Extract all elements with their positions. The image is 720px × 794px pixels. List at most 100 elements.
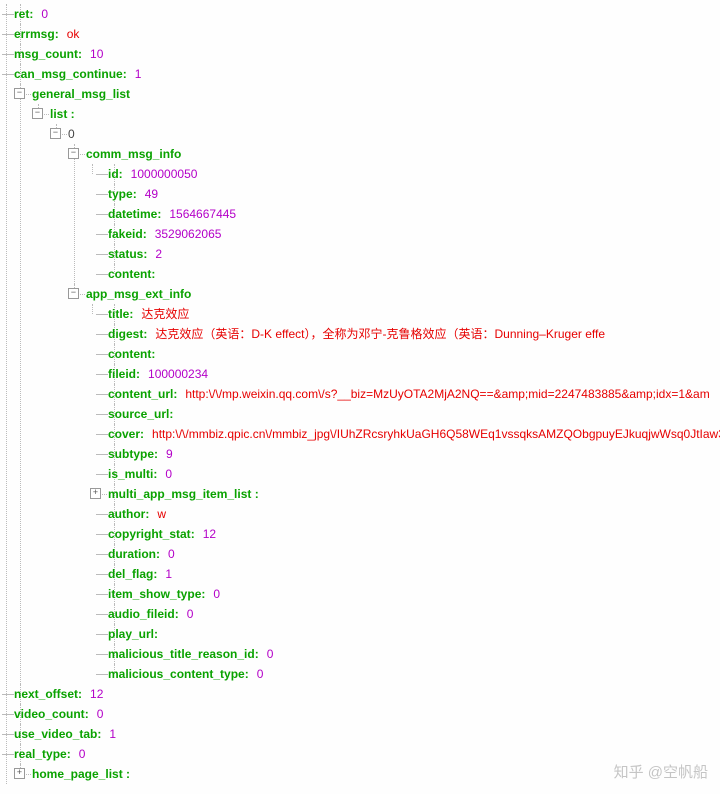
row-next-offset[interactable]: next_offset :12 <box>14 684 720 704</box>
row-id[interactable]: id :1000000050 <box>108 164 720 184</box>
value: 49 <box>145 185 158 203</box>
colon: : <box>201 585 205 603</box>
row-is-multi[interactable]: is_multi :0 <box>108 464 720 484</box>
key-label: duration <box>108 545 156 563</box>
row-index-0[interactable]: 0 <box>68 124 720 144</box>
colon: : <box>136 365 140 383</box>
row-source-url[interactable]: source_url : <box>108 404 720 424</box>
row-copyright-stat[interactable]: copyright_stat :12 <box>108 524 720 544</box>
row-play-url[interactable]: play_url : <box>108 624 720 644</box>
app-children: title :达克效应digest :达克效应（英语：D-K effect），全… <box>86 304 720 684</box>
row-real-type[interactable]: real_type :0 <box>14 744 720 764</box>
leaf-cover: cover :http:\/\/mmbiz.qpic.cn\/mmbiz_jpg… <box>108 424 720 444</box>
toggle-icon[interactable] <box>50 128 61 139</box>
colon: : <box>55 25 59 43</box>
key-label: digest <box>108 325 143 343</box>
row-msg-count[interactable]: msg_count :10 <box>14 44 720 64</box>
colon: : <box>123 65 127 83</box>
key-label: fakeid <box>108 225 143 243</box>
row-audio-fileid[interactable]: audio_fileid :0 <box>108 604 720 624</box>
row-title[interactable]: title :达克效应 <box>108 304 720 324</box>
key-label: fileid <box>108 365 136 383</box>
key-label: multi_app_msg_item_list <box>108 485 251 503</box>
key-label: del_flag <box>108 565 153 583</box>
row-use-video-tab[interactable]: use_video_tab :1 <box>14 724 720 744</box>
row-general-msg-list[interactable]: general_msg_list <box>32 84 720 104</box>
value: 3529062065 <box>155 225 222 243</box>
colon: : <box>67 745 71 763</box>
row-home-page-list[interactable]: home_page_list : <box>32 764 720 784</box>
row-comm-msg-info[interactable]: comm_msg_info <box>86 144 720 164</box>
row-list[interactable]: list : <box>50 104 720 124</box>
value: ok <box>67 25 80 43</box>
row-video-count[interactable]: video_count :0 <box>14 704 720 724</box>
colon: : <box>78 45 82 63</box>
leaf-author: author :w <box>108 504 720 524</box>
leaf-malicious-content-type: malicious_content_type :0 <box>108 664 720 684</box>
colon: : <box>97 725 101 743</box>
row-content[interactable]: content : <box>108 344 720 364</box>
leaf-ret: ret :0 <box>14 4 720 24</box>
row-app-msg-ext-info[interactable]: app_msg_ext_info <box>86 284 720 304</box>
node-home-page-list: home_page_list : <box>14 764 720 784</box>
colon: : <box>245 665 249 683</box>
key-label: is_multi <box>108 465 153 483</box>
key-label: content <box>108 265 151 283</box>
row-fileid[interactable]: fileid :100000234 <box>108 364 720 384</box>
leaf-malicious-title-reason-id: malicious_title_reason_id :0 <box>108 644 720 664</box>
toggle-icon[interactable] <box>68 288 79 299</box>
row-item-show-type[interactable]: item_show_type :0 <box>108 584 720 604</box>
leaf-is-multi: is_multi :0 <box>108 464 720 484</box>
node-multi-app-msg-item-list: multi_app_msg_item_list : <box>108 484 720 504</box>
node-list: list : 0 comm_msg_info id :1000000050typ… <box>32 104 720 684</box>
row-datetime[interactable]: datetime :1564667445 <box>108 204 720 224</box>
row-digest[interactable]: digest :达克效应（英语：D-K effect），全称为邓宁-克鲁格效应（… <box>108 324 720 344</box>
toggle-icon[interactable] <box>14 88 25 99</box>
value: 0 <box>187 605 194 623</box>
key-label: video_count <box>14 705 85 723</box>
leaf-item-show-type: item_show_type :0 <box>108 584 720 604</box>
tree-root: ret :0errmsg :okmsg_count :10can_msg_con… <box>0 4 720 784</box>
key-label: content <box>108 345 151 363</box>
colon: : <box>154 445 158 463</box>
key-label: cover <box>108 425 140 443</box>
toggle-icon[interactable] <box>90 488 101 499</box>
key-label: type <box>108 185 133 203</box>
row-subtype[interactable]: subtype :9 <box>108 444 720 464</box>
colon: : <box>145 505 149 523</box>
row-content[interactable]: content : <box>108 264 720 284</box>
row-multi[interactable]: multi_app_msg_item_list : <box>108 484 720 504</box>
row-fakeid[interactable]: fakeid :3529062065 <box>108 224 720 244</box>
leaf-content: content : <box>108 264 720 284</box>
row-ret[interactable]: ret :0 <box>14 4 720 24</box>
leaf-title: title :达克效应 <box>108 304 720 324</box>
toggle-icon[interactable] <box>14 768 25 779</box>
key-label: ret <box>14 5 29 23</box>
colon: : <box>151 265 155 283</box>
row-content-url[interactable]: content_url :http:\/\/mp.weixin.qq.com\/… <box>108 384 720 404</box>
value: 1564667445 <box>169 205 236 223</box>
row-malicious-content-type[interactable]: malicious_content_type :0 <box>108 664 720 684</box>
leaf-duration: duration :0 <box>108 544 720 564</box>
row-status[interactable]: status :2 <box>108 244 720 264</box>
leaf-audio-fileid: audio_fileid :0 <box>108 604 720 624</box>
value: 9 <box>166 445 173 463</box>
key-label: real_type <box>14 745 67 763</box>
value: 1 <box>165 565 172 583</box>
row-malicious-title-reason-id[interactable]: malicious_title_reason_id :0 <box>108 644 720 664</box>
row-cover[interactable]: cover :http:\/\/mmbiz.qpic.cn\/mmbiz_jpg… <box>108 424 720 444</box>
leaf-msg-count: msg_count :10 <box>14 44 720 64</box>
row-author[interactable]: author :w <box>108 504 720 524</box>
row-del-flag[interactable]: del_flag :1 <box>108 564 720 584</box>
row-type[interactable]: type :49 <box>108 184 720 204</box>
toggle-icon[interactable] <box>32 108 43 119</box>
key-label: datetime <box>108 205 157 223</box>
row-duration[interactable]: duration :0 <box>108 544 720 564</box>
value: w <box>157 505 166 523</box>
row-can-msg-continue[interactable]: can_msg_continue :1 <box>14 64 720 84</box>
key-label: item_show_type <box>108 585 201 603</box>
toggle-icon[interactable] <box>68 148 79 159</box>
key-label: comm_msg_info <box>86 145 181 163</box>
row-errmsg[interactable]: errmsg :ok <box>14 24 720 44</box>
leaf-datetime: datetime :1564667445 <box>108 204 720 224</box>
